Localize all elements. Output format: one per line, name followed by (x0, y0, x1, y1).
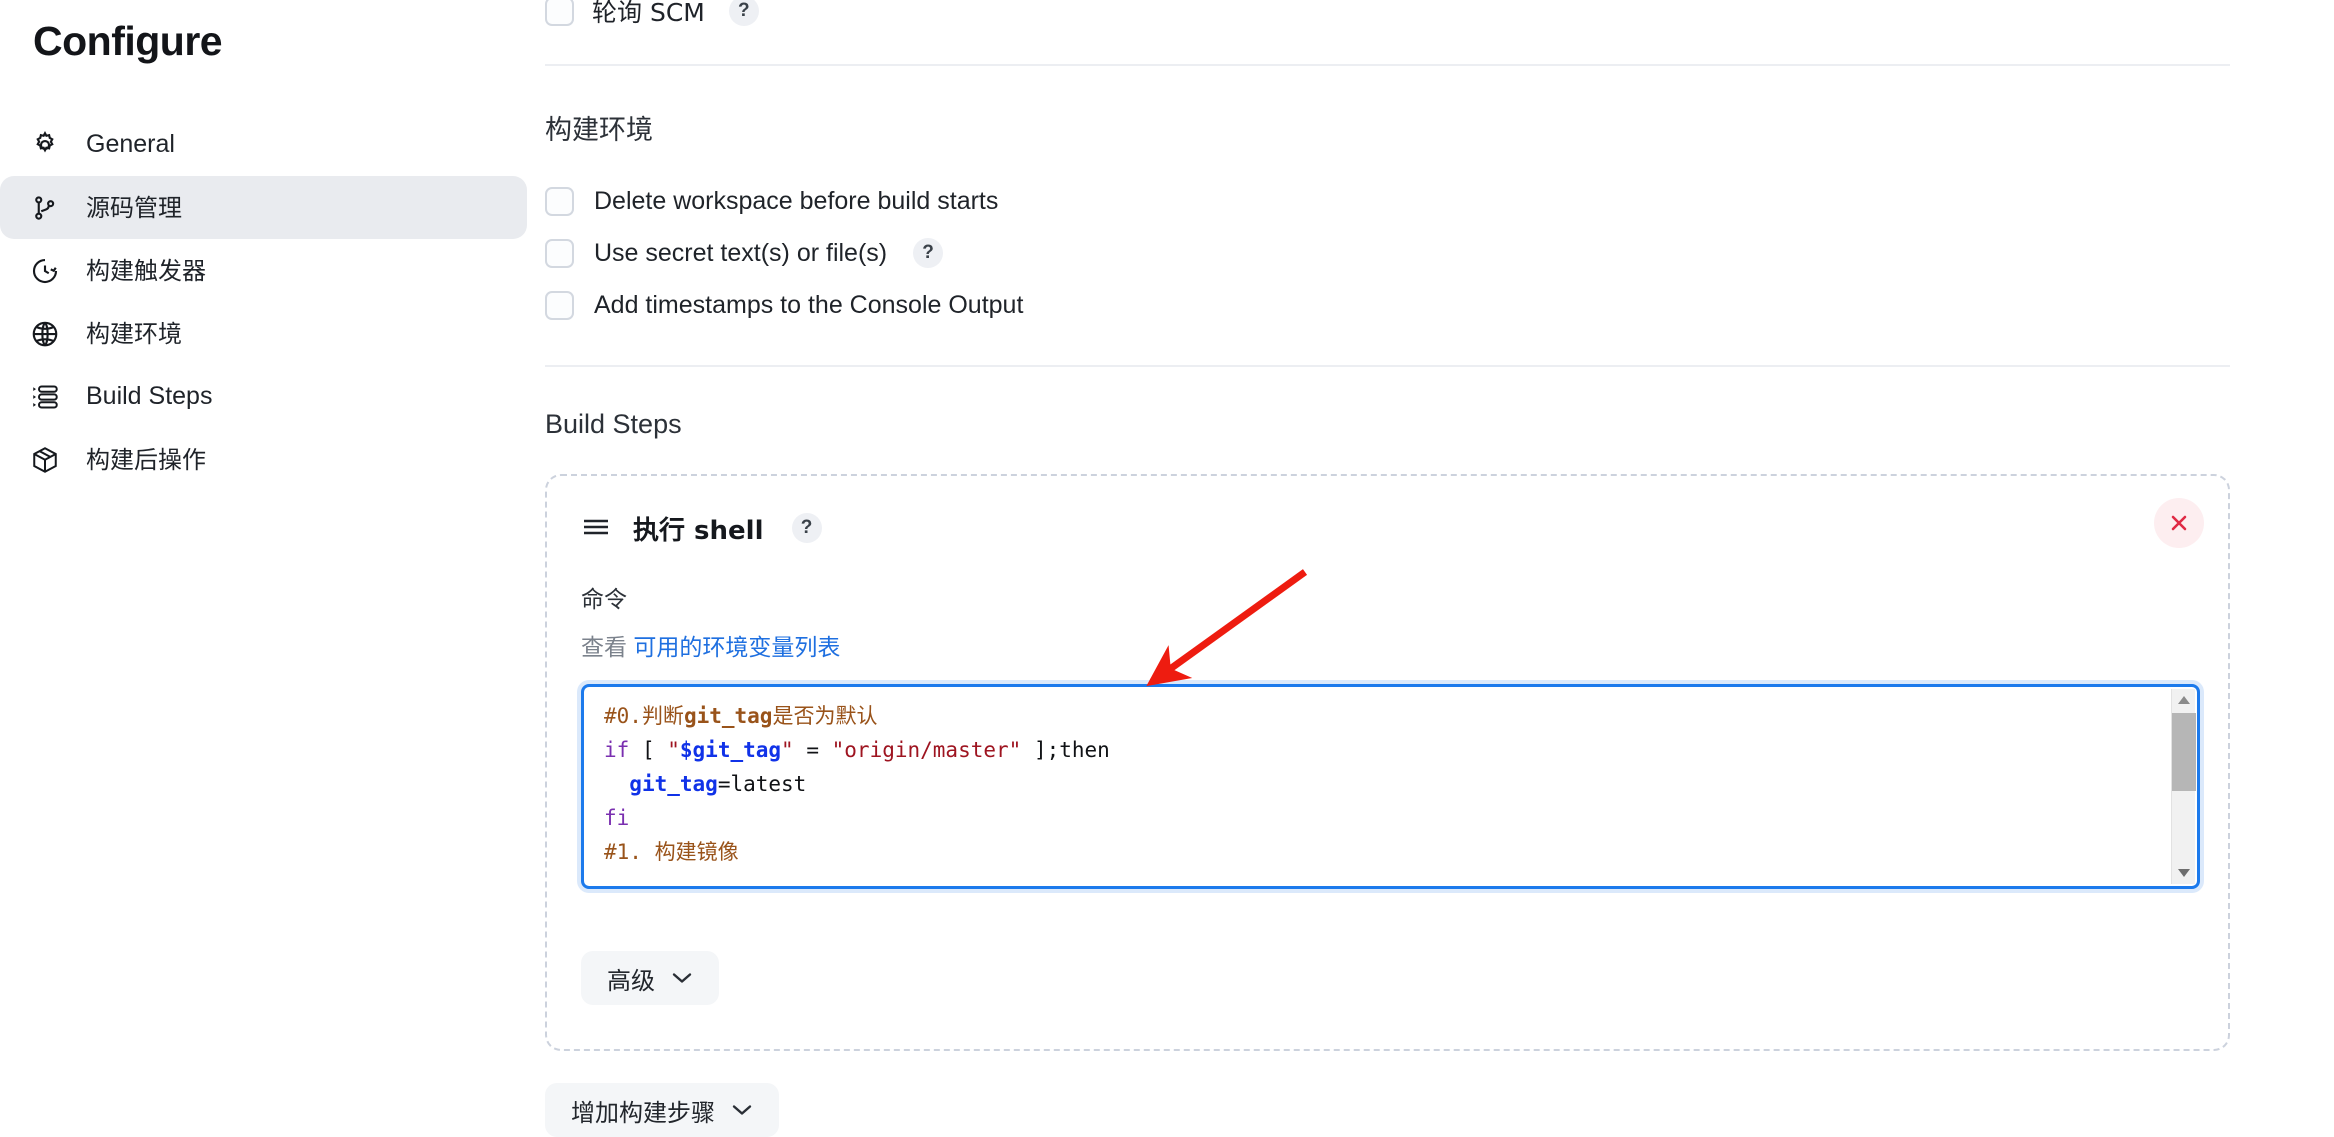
env-hint-prefix: 查看 (581, 635, 627, 661)
chevron-down-icon (731, 1103, 753, 1117)
sidebar-item-post-build[interactable]: 构建后操作 (0, 428, 527, 491)
poll-scm-label: 轮询 SCM (592, 0, 705, 27)
checkbox-row: Use secret text(s) or file(s) ? (545, 227, 2235, 279)
command-label: 命令 (581, 587, 627, 613)
poll-scm-checkbox[interactable] (545, 0, 574, 26)
help-icon[interactable]: ? (913, 238, 944, 268)
add-build-step-row: 增加构建步骤 (545, 1083, 2235, 1137)
command-textarea-wrapper[interactable]: #0.判断git_tag是否为默认if [ "$git_tag" = "orig… (581, 684, 2200, 889)
hamburger-drag-icon[interactable] (581, 516, 611, 540)
build-step-header: 执行 shell ? (581, 506, 2194, 550)
chevron-down-icon (671, 971, 693, 985)
scroll-up-arrow[interactable] (2172, 689, 2195, 711)
configure-page: Configure General 源码管理 构建触发器 构建环境 Build … (0, 0, 2334, 1137)
advanced-button[interactable]: 高级 (581, 951, 719, 1005)
build-step-name: 执行 shell (633, 515, 764, 546)
sidebar-item-build-triggers[interactable]: 构建触发器 (0, 239, 527, 302)
checkbox-label: Delete workspace before build starts (594, 186, 999, 215)
divider (545, 64, 2230, 66)
build-steps-heading: Build Steps (545, 409, 682, 439)
sidebar-nav: General 源码管理 构建触发器 构建环境 Build Steps 构建后操… (0, 113, 545, 491)
code-line: fi (604, 806, 630, 830)
sidebar-item-general[interactable]: General (0, 113, 527, 176)
add-timestamps-checkbox[interactable] (545, 290, 574, 320)
env-vars-hint: 查看 可用的环境变量列表 (581, 628, 2194, 662)
checkbox-label: Add timestamps to the Console Output (594, 290, 1024, 319)
package-icon (28, 443, 62, 477)
page-title: Configure (33, 18, 223, 64)
sidebar-item-label: General (86, 130, 175, 158)
sidebar-item-label: 源码管理 (86, 193, 182, 222)
sidebar-item-label: 构建环境 (86, 319, 182, 348)
sidebar-item-label: 构建后操作 (86, 445, 206, 474)
add-build-step-button[interactable]: 增加构建步骤 (545, 1083, 779, 1137)
globe-icon (28, 317, 62, 351)
code-line: #1. 构建镜像 (604, 840, 739, 864)
build-environment-options: Delete workspace before build starts Use… (545, 175, 2235, 331)
code-line: if [ "$git_tag" = "origin/master" ];then (604, 738, 1110, 762)
list-steps-icon (28, 380, 62, 414)
sidebar-item-build-steps[interactable]: Build Steps (0, 365, 527, 428)
gear-icon (28, 128, 62, 162)
sidebar-item-build-environment[interactable]: 构建环境 (0, 302, 527, 365)
env-vars-link[interactable]: 可用的环境变量列表 (633, 635, 840, 661)
build-step-card: 执行 shell ? 命令 查看 可用的环境变量列表 #0.判断git_tag是… (545, 474, 2230, 1051)
help-icon[interactable]: ? (791, 513, 822, 543)
sidebar-item-scm[interactable]: 源码管理 (0, 176, 527, 239)
close-icon (2167, 511, 2191, 535)
code-line: #0.判断git_tag是否为默认 (604, 704, 878, 728)
checkbox-label: Use secret text(s) or file(s) (594, 238, 888, 267)
checkbox-row: Add timestamps to the Console Output (545, 279, 2235, 331)
help-icon[interactable]: ? (728, 0, 759, 26)
delete-workspace-checkbox[interactable] (545, 186, 574, 216)
checkbox-row: Delete workspace before build starts (545, 175, 2235, 227)
advanced-button-label: 高级 (607, 966, 655, 995)
sidebar-item-label: Build Steps (86, 382, 213, 410)
scroll-down-arrow[interactable] (2172, 862, 2195, 884)
configure-sidebar: Configure General 源码管理 构建触发器 构建环境 Build … (0, 0, 545, 1098)
code-line: git_tag=latest (629, 772, 807, 796)
build-environment-heading: 构建环境 (545, 115, 653, 146)
branch-icon (28, 191, 62, 225)
divider (545, 365, 2230, 367)
sidebar-item-label: 构建触发器 (86, 256, 206, 285)
poll-scm-row: 轮询 SCM ? (545, 0, 2235, 27)
advanced-row: 高级 (581, 951, 2194, 1005)
use-secret-text-checkbox[interactable] (545, 238, 574, 268)
remove-build-step-button[interactable] (2154, 498, 2204, 548)
textarea-scrollbar[interactable] (2171, 689, 2196, 884)
scrollbar-thumb[interactable] (2172, 713, 2196, 791)
clock-icon (28, 254, 62, 288)
configure-main: 轮询 SCM ? 构建环境 Delete workspace before bu… (545, 0, 2334, 1137)
command-textarea[interactable]: #0.判断git_tag是否为默认if [ "$git_tag" = "orig… (584, 687, 2171, 886)
